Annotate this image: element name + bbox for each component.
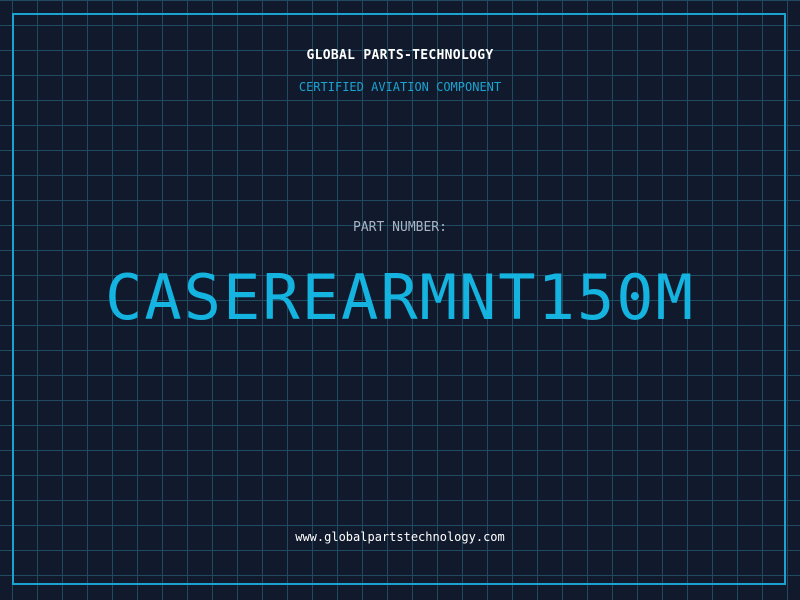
company-name: GLOBAL PARTS-TECHNOLOGY — [306, 48, 494, 63]
tagline: CERTIFIED AVIATION COMPONENT — [298, 80, 502, 94]
part-number-label: PART NUMBER: — [353, 220, 447, 235]
website-url: www.globalpartstechnology.com — [295, 530, 505, 544]
part-number-value: CASEREARMNT150M — [105, 261, 695, 334]
